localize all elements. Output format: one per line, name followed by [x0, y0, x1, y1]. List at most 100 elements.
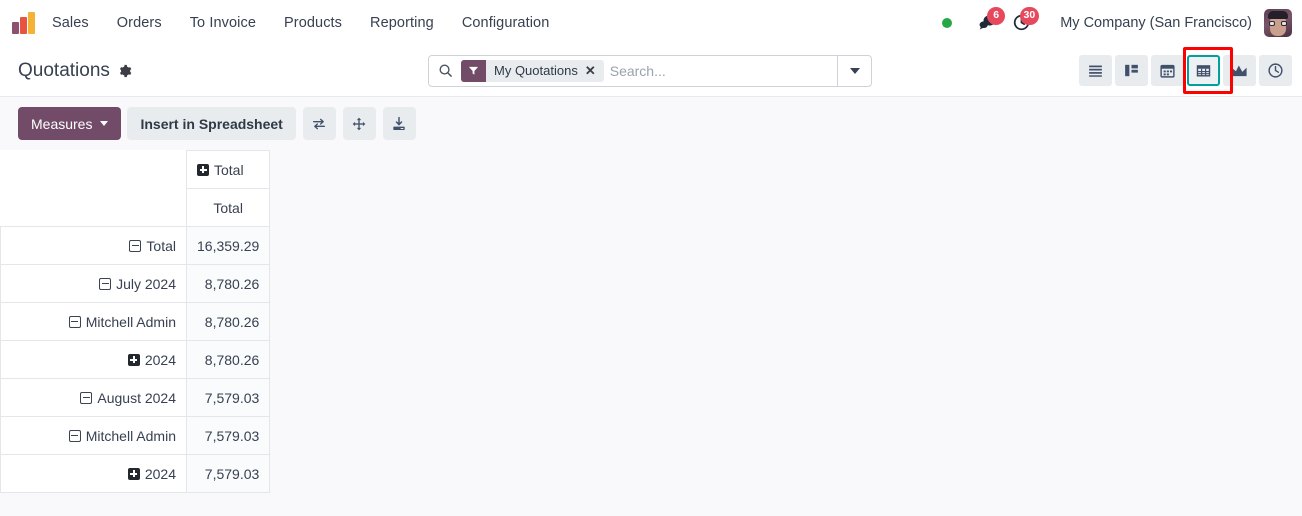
table-row: Mitchell Admin 7,579.03: [0, 416, 271, 455]
list-icon: [1089, 65, 1102, 77]
collapse-minus-icon: [99, 277, 112, 290]
pivot-row-header[interactable]: 2024: [0, 340, 187, 379]
pivot-row-label: 2024: [144, 465, 176, 482]
activities-badge: 30: [1019, 6, 1040, 25]
measures-label: Measures: [31, 115, 93, 132]
navbar-systray: 6 30 My Company (San Francisco): [942, 6, 1292, 38]
table-row: 2024 7,579.03: [0, 454, 271, 493]
expand-all-button[interactable]: [342, 107, 376, 140]
search-view: My Quotations ✕: [428, 54, 872, 87]
search-icon: [429, 63, 461, 78]
pivot-value-cell[interactable]: 16,359.29: [185, 226, 271, 265]
table-row: August 2024 7,579.03: [0, 378, 271, 417]
menu-item-to-invoice[interactable]: To Invoice: [176, 9, 270, 37]
pivot-measure-header-total[interactable]: Total: [185, 188, 271, 227]
pivot-table-body: Total 16,359.29 July 2024 8,780.26 Mitchell …: [0, 226, 271, 493]
pivot-row-header[interactable]: August 2024: [0, 378, 187, 417]
chevron-down-icon: [100, 121, 109, 126]
logo-bar-orange: [20, 16, 27, 34]
facet-remove-icon[interactable]: ✕: [585, 63, 604, 79]
area-chart-icon: [1232, 65, 1247, 77]
user-avatar[interactable]: [1264, 8, 1292, 37]
online-status-dot: [942, 17, 953, 28]
pivot-value-cell[interactable]: 8,780.26: [185, 264, 271, 303]
avatar-glass-right: [1281, 20, 1287, 26]
pivot-row-label: July 2024: [116, 275, 176, 292]
pivot-row-label: Total: [146, 237, 176, 254]
company-switcher[interactable]: My Company (San Francisco): [1038, 15, 1264, 31]
expand-plus-icon: [197, 163, 209, 176]
expand-plus-icon: [127, 353, 140, 366]
kanban-icon: [1125, 64, 1138, 77]
collapse-minus-icon: [80, 391, 93, 404]
messages-button[interactable]: 6: [970, 6, 1006, 38]
table-row: Total 16,359.29: [0, 226, 271, 265]
collapse-minus-icon: [68, 429, 81, 442]
logo-bar-yellow: [28, 11, 35, 34]
pivot-row-header[interactable]: July 2024: [0, 264, 187, 303]
menu-item-sales[interactable]: Sales: [50, 9, 103, 37]
pivot-row-header[interactable]: Total: [0, 226, 187, 265]
pivot-table: Total Total Total 16,359.29 July 2024 8,780…: [0, 150, 271, 493]
pivot-table-head: Total Total: [1, 150, 271, 227]
insert-in-spreadsheet-button[interactable]: Insert in Spreadsheet: [127, 107, 296, 140]
avatar-face: [1270, 16, 1286, 36]
search-dropdown-toggle[interactable]: [837, 55, 871, 86]
menu-item-orders[interactable]: Orders: [103, 9, 176, 37]
view-button-activity[interactable]: [1259, 55, 1292, 86]
collapse-minus-icon: [68, 315, 81, 328]
download-xlsx-button[interactable]: [382, 107, 416, 140]
pivot-row-label: Mitchell Admin: [85, 427, 176, 444]
breadcrumb: Quotations: [18, 60, 132, 82]
search-facet-my-quotations[interactable]: My Quotations ✕: [461, 59, 604, 82]
control-panel: Quotations My Quotations ✕: [0, 45, 1302, 97]
pivot-value-cell[interactable]: 8,780.26: [185, 340, 271, 379]
pivot-value-cell[interactable]: 7,579.03: [185, 416, 271, 455]
page-title: Quotations: [18, 59, 110, 81]
pivot-row-header[interactable]: Mitchell Admin: [0, 416, 187, 455]
collapse-minus-icon: [129, 239, 142, 252]
pivot-col-header-label: Total: [214, 161, 244, 178]
pivot-table-container: Total Total Total 16,359.29 July 2024 8,780…: [0, 150, 1302, 493]
pivot-value-cell[interactable]: 7,579.03: [185, 454, 271, 493]
view-button-list[interactable]: [1079, 55, 1112, 86]
view-button-pivot[interactable]: [1187, 55, 1220, 86]
view-button-graph[interactable]: [1223, 55, 1256, 86]
pivot-row-header[interactable]: Mitchell Admin: [0, 302, 187, 341]
pivot-col-header-total[interactable]: Total: [185, 150, 271, 189]
expand-all-icon: [353, 117, 366, 130]
filter-icon: [461, 59, 486, 82]
messages-badge: 6: [987, 6, 1006, 25]
gear-icon[interactable]: [118, 64, 132, 78]
table-row: Mitchell Admin 8,780.26: [0, 302, 271, 341]
flip-axis-icon: [313, 118, 326, 129]
pivot-row-header[interactable]: 2024: [0, 454, 187, 493]
flip-axis-button[interactable]: [302, 107, 336, 140]
facet-label: My Quotations: [494, 63, 578, 78]
menu-item-products[interactable]: Products: [270, 9, 356, 37]
menu-item-reporting[interactable]: Reporting: [356, 9, 448, 37]
avatar-hair: [1268, 10, 1288, 19]
pivot-value-cell[interactable]: 8,780.26: [185, 302, 271, 341]
calendar-icon: [1160, 64, 1175, 78]
menu-item-configuration[interactable]: Configuration: [448, 9, 564, 37]
pivot-header-row-sub: Total: [1, 188, 271, 227]
pivot-icon: [1196, 65, 1211, 77]
view-switcher: [1079, 47, 1292, 94]
search-input[interactable]: [609, 55, 837, 86]
pivot-corner-cell-sub: [1, 189, 187, 227]
pivot-toolbar: Measures Insert in Spreadsheet: [0, 97, 1302, 150]
pivot-header-row-top: Total: [1, 150, 271, 189]
pivot-value-cell[interactable]: 7,579.03: [185, 378, 271, 417]
logo-bar-purple: [12, 21, 19, 34]
expand-plus-icon: [127, 467, 140, 480]
view-button-calendar[interactable]: [1151, 55, 1184, 86]
pivot-corner-cell: [1, 151, 187, 189]
measures-button[interactable]: Measures: [18, 107, 122, 140]
view-button-kanban[interactable]: [1115, 55, 1148, 86]
clock-icon: [1268, 63, 1283, 78]
activities-button[interactable]: 30: [1004, 6, 1040, 38]
pivot-row-label: 2024: [144, 351, 176, 368]
odoo-logo[interactable]: [12, 11, 38, 34]
table-row: July 2024 8,780.26: [0, 264, 271, 303]
